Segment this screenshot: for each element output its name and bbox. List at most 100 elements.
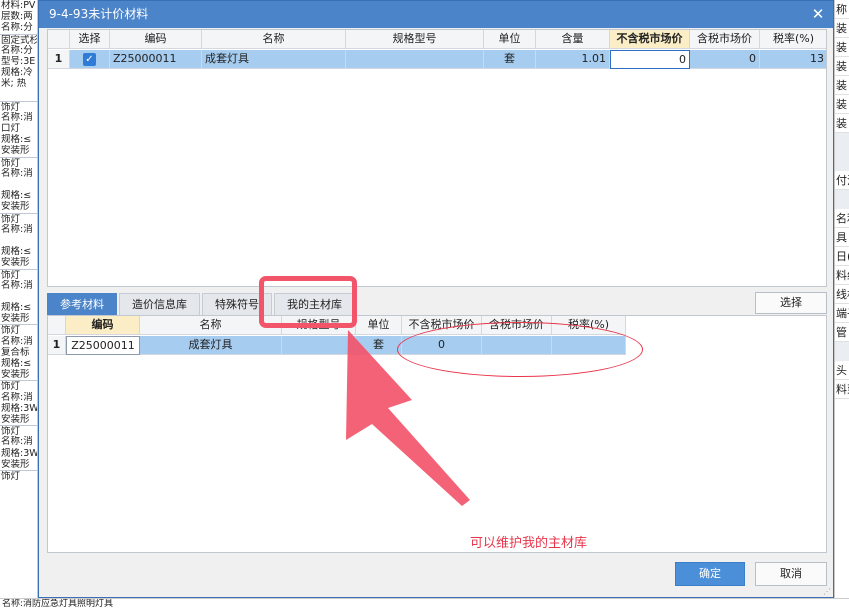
background-text-line: 规格:≤ (1, 134, 32, 146)
header-tax-rate[interactable]: 税率(%) (760, 30, 826, 49)
cell-tax-rate[interactable]: 13 (760, 50, 826, 69)
background-text-line: 固定式杉 (0, 33, 37, 45)
background-text-line: 口灯 (1, 123, 21, 135)
cell-unit[interactable]: 套 (484, 50, 536, 69)
annotation-ellipse (397, 322, 643, 377)
close-icon[interactable]: ✕ (809, 5, 827, 23)
dialog-titlebar: 9-4-93未计价材料 ✕ (39, 1, 833, 28)
background-text-line: 料纠 (835, 266, 849, 285)
tab-price-info-library[interactable]: 造价信息库 (119, 293, 200, 315)
background-text-line (835, 133, 849, 152)
annotation-highlight-box (259, 276, 357, 328)
background-text-line: 管 (835, 323, 849, 342)
background-text-line: 型号:3E (1, 55, 36, 67)
background-text-line: 端子 (835, 304, 849, 323)
background-text-line: 头 (835, 361, 849, 380)
header-code[interactable]: 编码 (110, 30, 202, 49)
header-rownum (48, 30, 70, 49)
background-text-line (0, 90, 37, 101)
background-text-line: 装 (835, 76, 849, 95)
tab-reference-material[interactable]: 参考材料 (47, 293, 117, 315)
header-qty[interactable]: 含量 (536, 30, 610, 49)
background-text-line: 装 (835, 57, 849, 76)
background-text-line (835, 342, 849, 361)
background-text-line: 安装形 (1, 313, 30, 325)
background-text-line: 饰灯 (0, 380, 37, 392)
cell-name[interactable]: 成套灯具 (202, 50, 346, 69)
background-text-line: 规格:≤ (1, 190, 32, 202)
select-button[interactable]: 选择 (755, 292, 827, 314)
table-row[interactable]: 1 ✓ Z25000011 成套灯具 套 1.01 0 0 13 (48, 50, 826, 69)
header-select[interactable]: 选择 (70, 30, 110, 49)
grid-header-row: 选择 编码 名称 规格型号 单位 含量 不含税市场价 含税市场价 税率(%) (48, 30, 826, 49)
background-right-panel: 称装装装装装装付注名利具日(料纠线机端子管头料到 (834, 0, 849, 609)
cell-unit[interactable]: 套 (356, 336, 402, 355)
background-text-line: 规格:冷 (1, 67, 33, 79)
background-text-line: 名称:消 (1, 391, 33, 403)
background-text-line: 安装形 (1, 413, 30, 425)
background-text-line: 装 (835, 38, 849, 57)
background-text-line: 安装形 (1, 145, 30, 157)
background-text-line (0, 235, 37, 246)
cancel-button[interactable]: 取消 (755, 562, 827, 586)
background-text-line: 安装形 (1, 257, 30, 269)
background-text-line (0, 179, 37, 190)
background-text-line: 付注 (835, 171, 849, 190)
background-text-line: 规格:3W (1, 402, 37, 414)
cell-name[interactable]: 成套灯具 (140, 336, 282, 355)
header-rownum (48, 316, 66, 335)
background-text-line: 规格:3W (1, 447, 37, 459)
background-text-line (835, 152, 849, 171)
cell-spec[interactable] (282, 336, 356, 355)
background-text-line: 安装形 (1, 201, 30, 213)
background-text-line (0, 291, 37, 302)
background-text-line: 饰灯 (0, 425, 37, 436)
background-text-line: 称 (835, 0, 849, 19)
header-spec[interactable]: 规格型号 (346, 30, 484, 49)
cell-spec[interactable] (346, 50, 484, 69)
background-text-line (835, 190, 849, 209)
price-ex-tax-input[interactable]: 0 (610, 50, 690, 69)
background-text-line: 名称:消 (1, 279, 33, 291)
background-text-line: 具 (835, 228, 849, 247)
confirm-button[interactable]: 确定 (675, 562, 745, 586)
background-text-line: 材料:PV (1, 0, 36, 11)
background-text-line: 名称:消 (1, 111, 33, 123)
header-unit[interactable]: 单位 (484, 30, 536, 49)
background-text-line: 名称:消 (1, 167, 33, 179)
background-text-line: 日( (835, 247, 849, 266)
row-number: 1 (48, 336, 66, 355)
header-price-inc-tax[interactable]: 含税市场价 (690, 30, 760, 49)
background-text-line: 名称:消 (1, 436, 33, 448)
resize-grip-icon[interactable]: ⋰ (823, 587, 831, 596)
background-text-line: 名称:分 (1, 44, 33, 56)
header-code[interactable]: 编码 (66, 316, 140, 335)
row-checkbox[interactable]: ✓ (70, 50, 110, 69)
background-text-line: 饰灯 (0, 100, 37, 112)
background-text-line: 规格:≤ (1, 358, 32, 369)
background-text-line: 线机 (835, 285, 849, 304)
background-text-line: 安装形 (1, 458, 30, 470)
background-text-line: 料到 (835, 380, 849, 399)
header-name[interactable]: 名称 (202, 30, 346, 49)
checkbox-checked-icon[interactable]: ✓ (83, 52, 96, 66)
unpriced-material-grid: 选择 编码 名称 规格型号 单位 含量 不含税市场价 含税市场价 税率(%) 1… (47, 29, 827, 287)
background-text-line: 安装形 (1, 369, 30, 381)
cell-qty[interactable]: 1.01 (536, 50, 610, 69)
background-text-line: 层数:两 (1, 11, 33, 23)
cell-code[interactable]: Z25000011 (66, 336, 140, 355)
cell-price-inc-tax[interactable]: 0 (690, 50, 760, 69)
background-left-panel: 材料:PV 层数:两 名称:分 固定式杉 名称:分 型号:3E 规格:冷 米; 热饰灯 名称:消… (0, 0, 38, 609)
header-unit[interactable]: 单位 (356, 316, 402, 335)
cell-code[interactable]: Z25000011 (110, 50, 202, 69)
background-text-line: 装 (835, 114, 849, 133)
header-price-ex-tax[interactable]: 不含税市场价 (610, 30, 690, 49)
background-text-line: 名称:分 (1, 22, 33, 34)
background-text-line: 名利 (835, 209, 849, 228)
material-dialog: 9-4-93未计价材料 ✕ 选择 编码 名称 规格型号 单位 含量 不含税市场价… (38, 0, 834, 598)
background-text-line: 名称:消 (1, 223, 33, 235)
background-text-line: 装 (835, 95, 849, 114)
background-text-line: 饰灯 (0, 268, 37, 280)
dialog-title: 9-4-93未计价材料 (49, 7, 149, 21)
background-text-line: 饰灯 (0, 324, 37, 336)
